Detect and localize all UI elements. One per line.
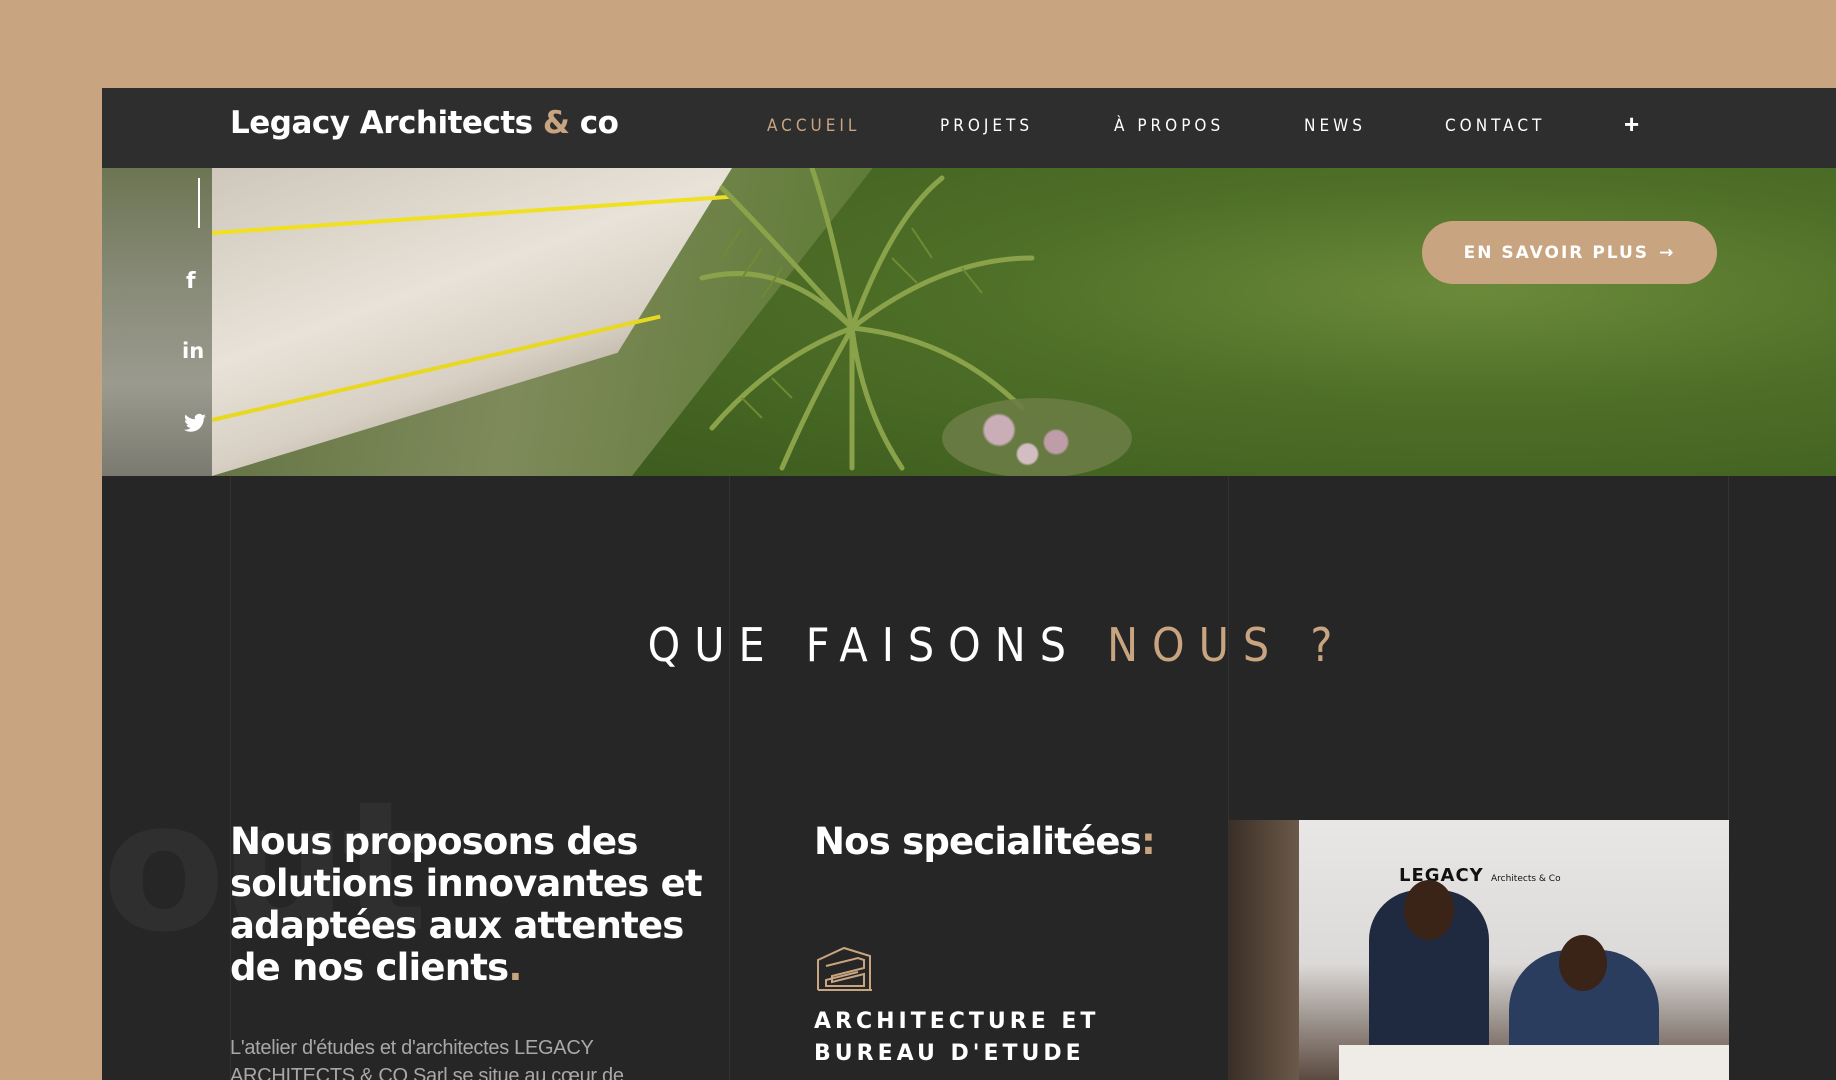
photo-person-standing-head [1404, 880, 1454, 940]
twitter-icon[interactable] [184, 413, 206, 433]
nav-item-projets[interactable]: PROJETS [940, 116, 1033, 136]
section-title-main: QUE FAISONS [647, 618, 1108, 672]
specialties-heading-text: Nos specialitées [814, 820, 1142, 863]
office-photo: LEGACY Architects & Co [1229, 820, 1729, 1080]
photo-sign-text: LEGACY [1399, 865, 1484, 886]
nav-item-accueil[interactable]: ACCUEIL [767, 116, 860, 136]
photo-sign-subtext: Architects & Co [1491, 874, 1561, 884]
photo-person-seated-head [1559, 935, 1607, 991]
learn-more-label: EN SAVOIR PLUS [1463, 242, 1650, 263]
intro-paragraph: L'atelier d'études et d'architectes LEGA… [230, 1037, 624, 1080]
logo-text-end: co [569, 105, 619, 141]
section-title: QUE FAISONS NOUS ? [102, 618, 1836, 672]
learn-more-button[interactable]: EN SAVOIR PLUS → [1422, 221, 1717, 284]
photo-bookshelf [1229, 820, 1299, 1080]
specialty-architecture: ARCHITECTURE ET BUREAU D'ETUDE [814, 1009, 1100, 1066]
arrow-right-icon: → [1659, 242, 1676, 263]
flower-bush [942, 398, 1132, 476]
specialties-heading-colon: : [1140, 820, 1156, 863]
intro-heading: Nous proposons des solutions innovantes … [230, 821, 710, 989]
nav-item-a-propos[interactable]: À PROPOS [1114, 116, 1224, 136]
nav-item-news[interactable]: NEWS [1304, 116, 1366, 136]
top-navigation-bar: Legacy Architects & co ACCUEIL PROJETS À… [102, 88, 1836, 168]
grid-line [729, 476, 730, 1080]
intro-heading-period: . [508, 946, 522, 989]
facebook-icon[interactable]: f [186, 269, 196, 294]
hero-banner: f in EN SAVOIR PLUS → [102, 168, 1836, 476]
intro-heading-text: Nous proposons des solutions innovantes … [230, 820, 703, 989]
building-icon [817, 946, 872, 991]
specialties-heading: Nos specialitées: [814, 820, 1156, 863]
website-frame: Legacy Architects & co ACCUEIL PROJETS À… [102, 88, 1836, 1080]
logo-text: Legacy Architects [230, 105, 543, 141]
nav-item-contact[interactable]: CONTACT [1445, 116, 1545, 136]
plus-icon[interactable]: + [1624, 109, 1639, 140]
photo-table-plans [1339, 1045, 1729, 1080]
logo-ampersand: & [542, 105, 570, 141]
social-divider [198, 178, 200, 228]
section-title-accent: NOUS ? [1107, 618, 1347, 672]
site-logo[interactable]: Legacy Architects & co [230, 105, 619, 141]
linkedin-icon[interactable]: in [182, 339, 204, 363]
